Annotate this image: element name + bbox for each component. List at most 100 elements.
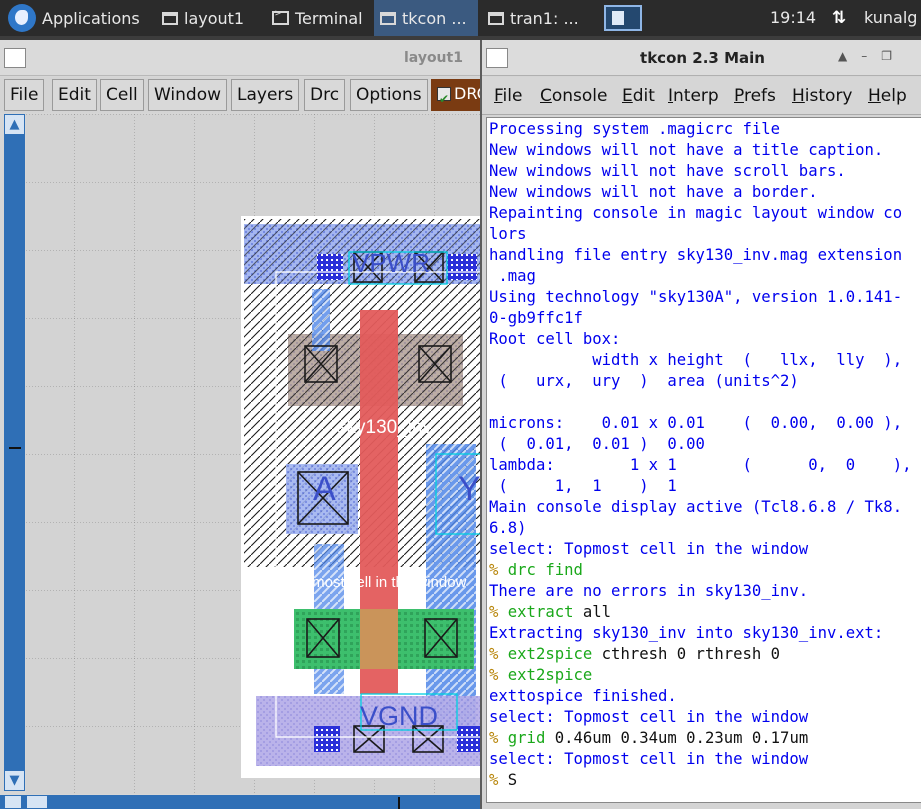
window-icon <box>380 11 396 25</box>
tk-menu-history[interactable]: History <box>792 77 853 115</box>
task-tkcon[interactable]: tkcon ... <box>374 0 478 36</box>
console-command: extract <box>507 603 574 621</box>
console-output-line: Main console display active (Tcl8.6.8 / … <box>489 498 903 516</box>
task-tran1[interactable]: tran1: ... <box>482 0 594 36</box>
menu-edit[interactable]: Edit <box>52 79 97 111</box>
tk-menu-interp[interactable]: Interp <box>668 77 719 115</box>
task-label: Terminal <box>295 8 363 28</box>
task-label: tran1: ... <box>510 8 579 28</box>
console-output-line: lors <box>489 225 527 243</box>
scroll-left-icon[interactable] <box>4 795 22 809</box>
label-topmost: Topmost cell in the window <box>288 574 467 591</box>
menu-file[interactable]: File <box>4 79 45 111</box>
label-cell-name: sky130_inv <box>337 417 433 438</box>
menu-drc[interactable]: Drc <box>304 79 346 111</box>
console-output-line: microns: 0.01 x 0.01 ( 0.00, 0.00 ), <box>489 414 903 432</box>
tkcon-menubar: File Console Edit Interp Prefs History H… <box>482 77 921 115</box>
tk-menu-console[interactable]: Console <box>540 77 608 115</box>
tk-menu-prefs[interactable]: Prefs <box>734 77 776 115</box>
vertical-scrollbar[interactable]: ▲ ▼ <box>4 114 25 791</box>
layout-window-titlebar[interactable]: layout1 <box>0 40 485 76</box>
horizontal-scrollbar[interactable] <box>0 795 485 809</box>
console-command-line: % ext2spice <box>489 665 592 686</box>
console-output-line: select: Topmost cell in the window <box>489 540 809 558</box>
console-output-line: exttospice finished. <box>489 687 677 705</box>
clock[interactable]: 19:14 <box>770 0 816 36</box>
menu-options[interactable]: Options <box>350 79 428 111</box>
console-command-line: % ext2spice cthresh 0 rthresh 0 <box>489 644 780 665</box>
console-command-line: % extract all <box>489 602 611 623</box>
console-prompt: % <box>489 771 508 789</box>
menu-window[interactable]: Window <box>148 79 228 111</box>
network-updown-icon[interactable]: ⇅ <box>832 8 850 28</box>
scroll-position-marker <box>9 447 21 449</box>
applications-icon <box>8 4 36 32</box>
user-menu[interactable]: kunalg <box>864 0 917 36</box>
console-output-line: 6.8) <box>489 519 527 537</box>
applications-label: Applications <box>42 8 140 28</box>
window-icon <box>162 11 178 25</box>
tk-menu-help[interactable]: Help <box>868 77 907 115</box>
console-command-args: 0.46um 0.34um 0.23um 0.17um <box>554 729 809 747</box>
maximize-icon[interactable]: ❐ <box>881 49 892 63</box>
minimize-icon[interactable]: – <box>861 49 867 63</box>
console-command: grid <box>507 729 546 747</box>
label-vgnd: VGND <box>360 701 439 731</box>
console-prompt: % <box>489 666 508 684</box>
console-output-line: Using technology "sky130A", version 1.0.… <box>489 288 903 306</box>
workspace-switcher[interactable] <box>604 5 642 31</box>
taskbar: Applications layout1 Terminal tkcon ... … <box>0 0 921 36</box>
task-layout1[interactable]: layout1 <box>156 0 260 36</box>
layout-drawing <box>26 114 485 794</box>
tk-menu-file[interactable]: File <box>494 77 522 115</box>
console-prompt: % <box>489 561 508 579</box>
console-command-line: % drc find <box>489 560 583 581</box>
console-output-line: ( 1, 1 ) 1 <box>489 477 677 495</box>
task-label: tkcon ... <box>402 8 467 28</box>
console-command: ext2spice <box>507 666 593 684</box>
console-output-line: select: Topmost cell in the window <box>489 708 809 726</box>
window-menu-icon[interactable] <box>4 48 26 68</box>
layout-menubar: File Edit Cell Window Layers Drc Options… <box>0 77 491 113</box>
label-pin-y: Y <box>458 470 481 508</box>
console-prompt: % <box>489 729 508 747</box>
layout-canvas[interactable]: VPWR sky130_inv A Y Topmost cell in the … <box>26 114 485 794</box>
console-output-line: handling file entry sky130_inv.mag exten… <box>489 246 903 264</box>
tkcon-titlebar[interactable]: tkcon 2.3 Main ▲ – ❐ <box>482 40 921 76</box>
console-output-line: lambda: 1 x 1 ( 0, 0 ), <box>489 456 912 474</box>
console-output-line: Repainting console in magic layout windo… <box>489 204 903 222</box>
desktop: Applications layout1 Terminal tkcon ... … <box>0 0 921 809</box>
console-output-line: 0-gb9ffc1f <box>489 309 583 327</box>
console-command-args: S <box>507 771 518 789</box>
console-output[interactable]: Processing system .magicrc file New windo… <box>486 117 921 803</box>
scroll-left-fast-icon[interactable] <box>26 795 48 809</box>
tk-menu-edit[interactable]: Edit <box>622 77 655 115</box>
menu-cell[interactable]: Cell <box>100 79 144 111</box>
tkcon-window: tkcon 2.3 Main ▲ – ❐ File Console Edit I… <box>480 40 921 809</box>
console-output-line: ( urx, ury ) area (units^2) <box>489 372 799 390</box>
scroll-down-icon[interactable]: ▼ <box>4 770 25 791</box>
scroll-up-icon[interactable]: ▲ <box>4 114 25 135</box>
console-output-line: ( 0.01, 0.01 ) 0.00 <box>489 435 705 453</box>
window-up-icon[interactable]: ▲ <box>838 49 847 63</box>
console-command: drc find <box>507 561 583 579</box>
checkbox-icon <box>437 84 451 111</box>
task-label: layout1 <box>184 8 245 28</box>
console-output-line: Root cell box: <box>489 330 621 348</box>
console-output-line: Processing system .magicrc file <box>489 120 781 138</box>
console-output-line: select: Topmost cell in the window <box>489 750 809 768</box>
applications-menu[interactable]: Applications <box>2 0 150 36</box>
console-command-args: cthresh 0 rthresh 0 <box>601 645 781 663</box>
console-command-line: % grid 0.46um 0.34um 0.23um 0.17um <box>489 728 808 749</box>
terminal-icon <box>272 8 289 25</box>
console-output-line: Extracting sky130_inv into sky130_inv.ex… <box>489 624 884 642</box>
console-output-line: New windows will not have a border. <box>489 183 818 201</box>
layout-window: layout1 File Edit Cell Window Layers Drc… <box>0 40 491 809</box>
console-command-args: all <box>582 603 612 621</box>
task-terminal[interactable]: Terminal <box>266 0 370 36</box>
menu-layers[interactable]: Layers <box>231 79 300 111</box>
console-command: ext2spice <box>507 645 593 663</box>
console-prompt: % <box>489 645 508 663</box>
label-pin-a: A <box>313 470 336 508</box>
label-vpwr: VPWR <box>352 248 430 278</box>
